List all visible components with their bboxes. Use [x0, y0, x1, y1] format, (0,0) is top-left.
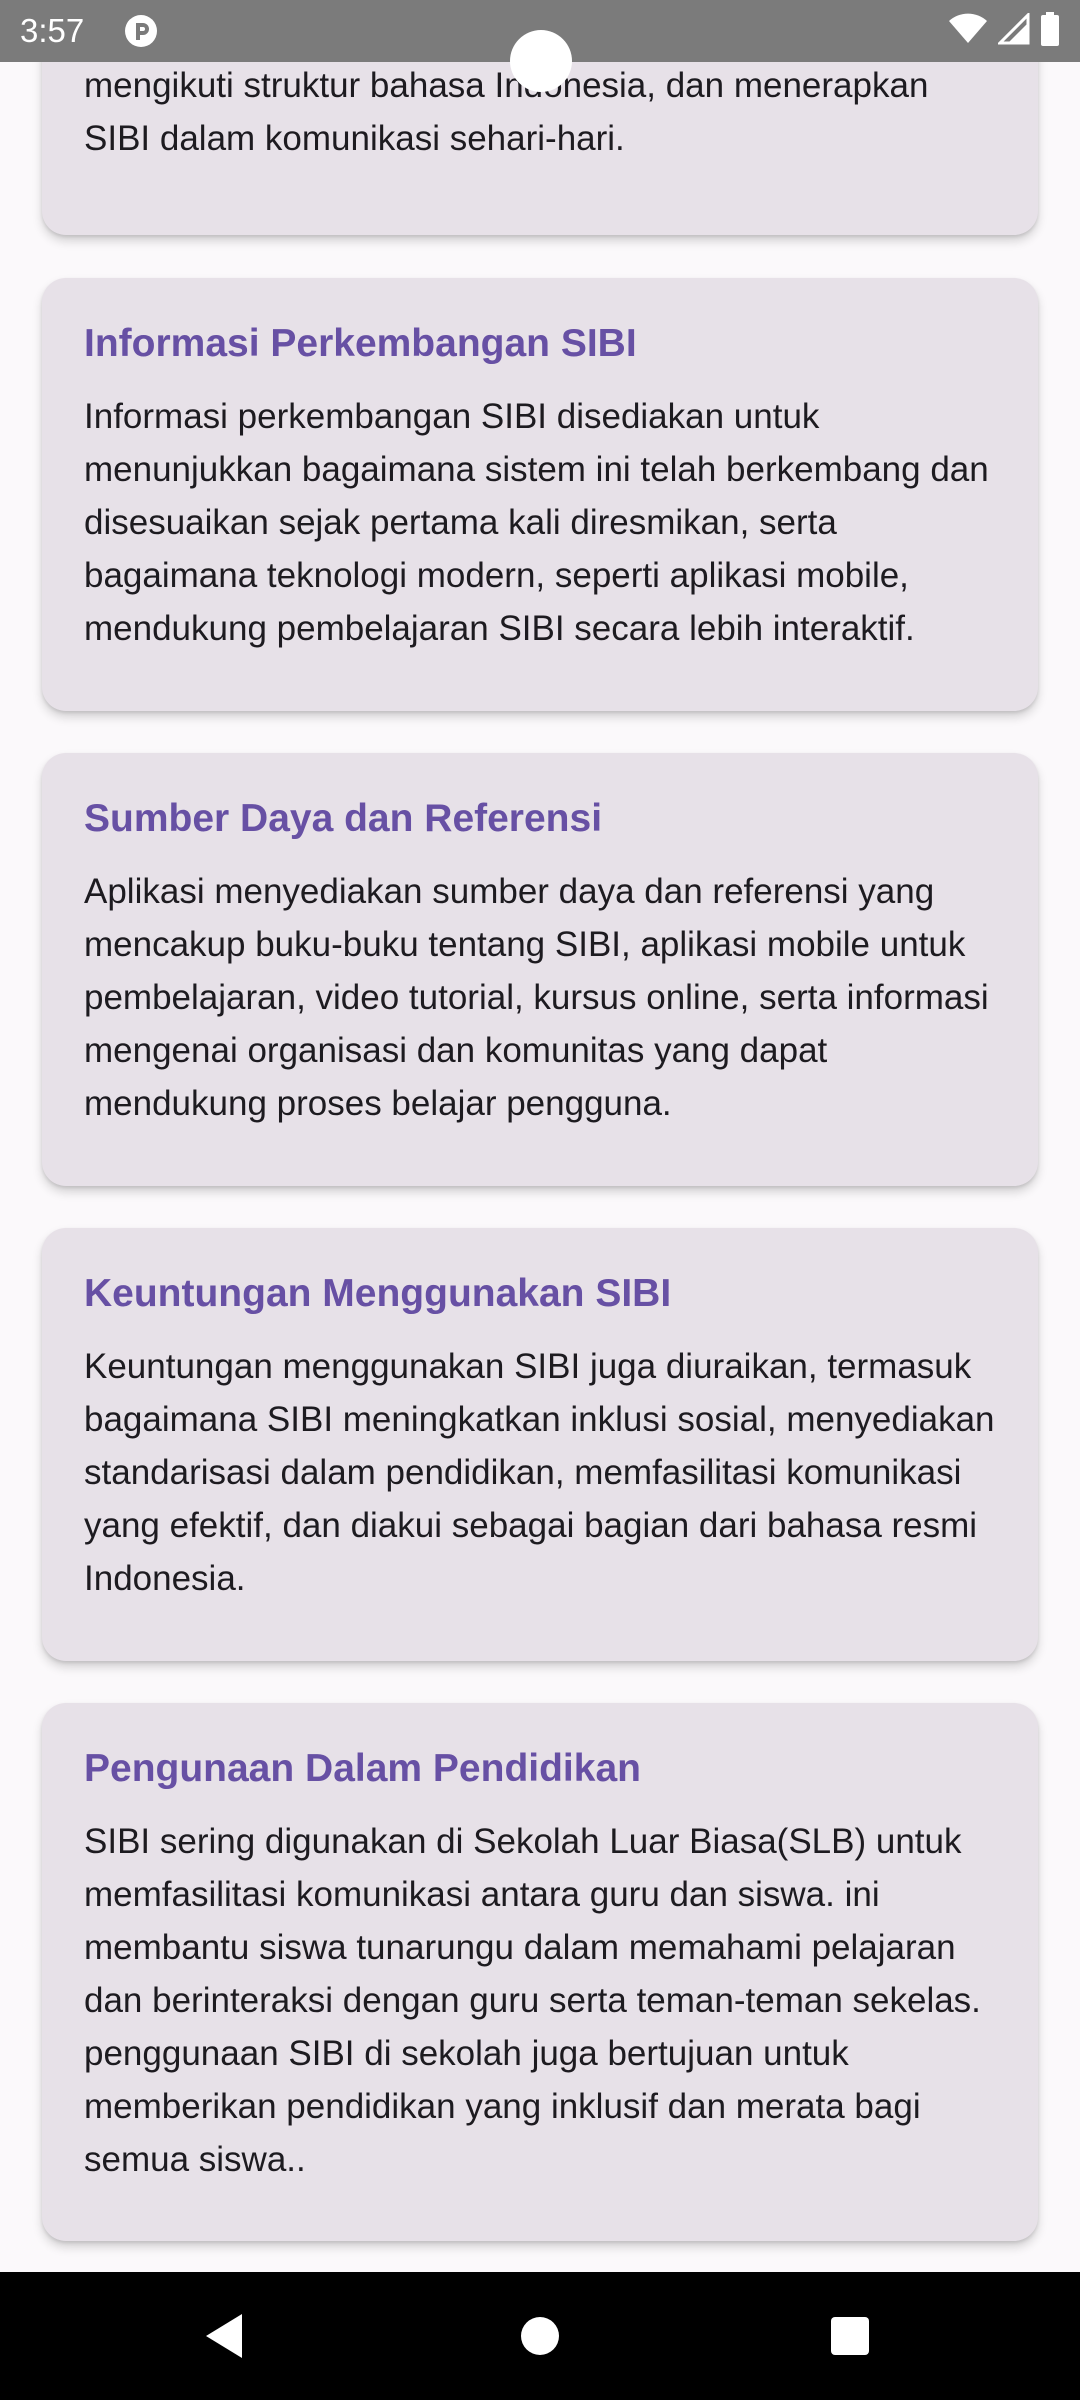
card-body: Informasi perkembangan SIBI disediakan u… [84, 397, 989, 648]
back-icon[interactable] [194, 2306, 254, 2366]
signal-icon [996, 10, 1030, 50]
screen: mempelajari gerakan SIBI, memahami tata … [0, 0, 1080, 2400]
card-title: Keuntungan Menggunakan SIBI [84, 1272, 672, 1315]
info-card-keuntungan: Keuntungan Menggunakan SIBI Keuntungan m… [42, 1228, 1038, 1661]
navigation-bar [0, 2272, 1080, 2400]
recents-icon[interactable] [820, 2306, 880, 2366]
home-icon[interactable] [510, 2306, 570, 2366]
status-icons [948, 10, 1060, 51]
card-title: Informasi Perkembangan SIBI [84, 322, 637, 365]
status-time: 3:57 [20, 12, 85, 49]
card-title: Sumber Daya dan Referensi [84, 797, 603, 840]
card-title: Pengunaan Dalam Pendidikan [84, 1747, 641, 1790]
info-card-sumber-daya: Sumber Daya dan Referensi Aplikasi menye… [42, 753, 1038, 1186]
camera-cutout [510, 30, 572, 92]
info-card-pendidikan: Pengunaan Dalam Pendidikan SIBI sering d… [42, 1703, 1038, 2241]
card-body: Keuntungan menggunakan SIBI juga diuraik… [84, 1347, 995, 1598]
app-p-icon [124, 14, 158, 48]
wifi-icon [948, 13, 988, 50]
card-body: SIBI sering digunakan di Sekolah Luar Bi… [84, 1822, 981, 2179]
info-card-perkembangan: Informasi Perkembangan SIBI Informasi pe… [42, 278, 1038, 711]
battery-icon [1040, 11, 1060, 51]
card-body: Aplikasi menyediakan sumber daya dan ref… [84, 872, 989, 1123]
scroll-content[interactable]: mempelajari gerakan SIBI, memahami tata … [0, 0, 1080, 2272]
